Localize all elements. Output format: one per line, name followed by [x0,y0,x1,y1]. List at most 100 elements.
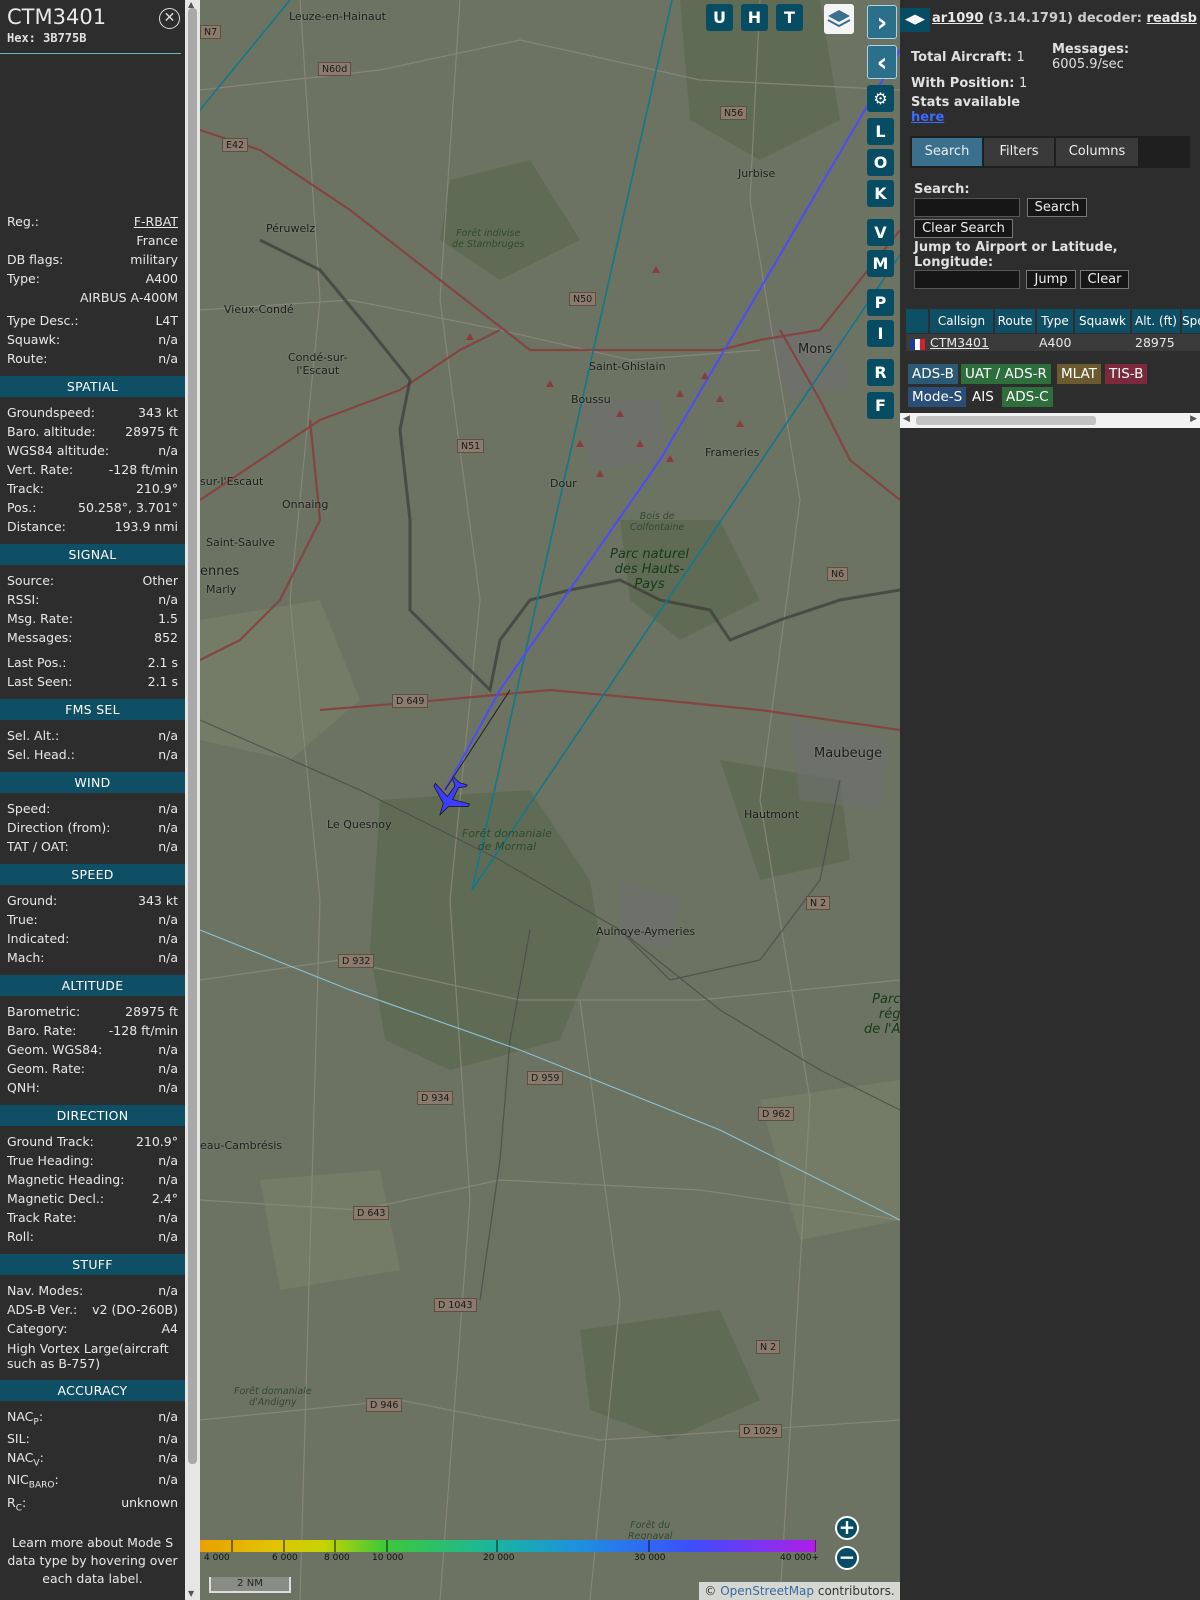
toggle-button-u[interactable]: U [706,4,733,31]
stuff-value: A4 [161,1321,178,1336]
speed-label: Ground: [7,893,58,908]
forest-label: Forêt du Regnaval [628,1520,673,1542]
altitude-label: QNH: [7,1080,40,1095]
attribution-link[interactable]: OpenStreetMap [720,1584,814,1598]
search-button[interactable]: Search [1027,198,1087,217]
jump-label: Jump to Airport or Latitude, Longitude: [914,240,1118,270]
callsign-link[interactable]: CTM3401 [930,334,989,351]
badge-uat-adsr[interactable]: UAT / ADS-R [961,364,1051,384]
jump-input[interactable] [914,270,1020,289]
column-route[interactable]: Route [995,309,1035,333]
road-shield: N 2 [806,896,831,910]
badge-mode-s[interactable]: Mode-S [908,387,967,407]
direction-row: Magnetic Decl.: 2.4° [7,1190,178,1208]
scrollbar-thumb[interactable] [188,8,197,1464]
info-row-typedesc: Type Desc.: L4T [7,312,178,330]
stuff-row: ADS-B Ver.: v2 (DO-260B) [7,1301,178,1319]
decoder-link[interactable]: readsb [1147,11,1197,26]
signal-label: Source: [7,573,55,588]
messages-rate: 6005.9/sec [1052,57,1124,72]
scroll-left-arrow-icon[interactable]: ◀ [903,414,910,424]
signal-value: n/a [158,592,178,607]
column-altitude[interactable]: Alt. (ft) [1132,309,1180,333]
stats-link[interactable]: here [911,110,944,125]
wind-row: Direction (from): n/a [7,819,178,837]
zoom-out-button[interactable]: − [835,1546,859,1570]
tab-columns[interactable]: Columns [1056,138,1138,166]
fms-value: n/a [158,747,178,762]
collapse-panel-icon[interactable]: ◀▶ [900,8,930,32]
app-name-link[interactable]: ar1090 [932,11,983,26]
info-value: L4T [155,313,178,328]
badge-tisb[interactable]: TIS-B [1105,364,1148,384]
toggle-button-i[interactable]: I [867,320,894,347]
sidebar-scrollbar[interactable]: ▲ ▼ [185,0,200,1600]
gear-icon[interactable]: ⚙ [867,85,894,112]
speed-row: Indicated: n/a [7,930,178,948]
clear-button[interactable]: Clear [1080,270,1129,289]
spatial-label: Baro. altitude: [7,424,96,439]
toggle-button-v[interactable]: V [867,219,894,246]
town-label: Péruwelz [266,222,316,235]
table-horizontal-scrollbar[interactable]: ◀ ▶ [900,413,1200,428]
info-value: military [130,252,178,267]
town-label: Leuze-en-Hainaut [289,10,386,23]
scroll-right-arrow-icon[interactable]: ▶ [1190,414,1197,424]
road-shield: N56 [720,106,748,120]
section-altitude: ALTITUDE [0,975,185,996]
registration-link[interactable]: F-RBAT [134,213,178,231]
toggle-button-p[interactable]: P [867,289,894,316]
accuracy-row: NICBARO: n/a [7,1471,178,1491]
badge-mlat[interactable]: MLAT [1057,364,1101,384]
badge-ais[interactable]: AIS [968,387,998,407]
toggle-button-o[interactable]: O [867,149,894,176]
info-row-typename: AIRBUS A-400M [7,289,178,307]
accuracy-value: unknown [121,1495,178,1510]
scroll-down-arrow-icon[interactable]: ▼ [188,1589,194,1598]
column-callsign[interactable]: Callsign [930,309,993,333]
expand-right-icon[interactable]: › [867,5,897,39]
fms-row: Sel. Alt.: n/a [7,727,178,745]
speed-label: Indicated: [7,931,70,946]
toggle-button-f[interactable]: F [867,392,894,419]
tab-filters[interactable]: Filters [984,138,1054,166]
toggle-button-m[interactable]: M [867,250,894,277]
table-row[interactable]: CTM3401 A400 28975 [906,334,1200,351]
tab-search[interactable]: Search [912,138,982,166]
accuracy-label: SIL: [7,1431,30,1446]
close-icon[interactable]: ✕ [159,8,180,29]
toggle-button-t[interactable]: T [776,4,803,31]
aircraft-icon[interactable] [428,776,472,820]
layers-icon[interactable] [824,4,854,34]
column-speed[interactable]: Spe [1182,309,1200,333]
search-input[interactable] [914,198,1020,217]
scrollbar-thumb[interactable] [916,416,1096,425]
aircraft-callsign: CTM3401 [7,5,107,29]
info-value: n/a [158,332,178,347]
zoom-in-button[interactable]: + [835,1516,859,1540]
speed-label: Mach: [7,950,45,965]
collapse-left-icon[interactable]: ‹ [867,45,897,79]
column-squawk[interactable]: Squawk [1075,309,1130,333]
forest-label: Bois de Colfontaine [630,511,685,533]
road-shield: N60d [318,62,352,76]
flag-column-header[interactable] [906,309,928,333]
badge-adsc[interactable]: ADS-C [1002,387,1053,407]
clear-search-button[interactable]: Clear Search [914,219,1013,238]
badge-adsb[interactable]: ADS-B [908,364,958,384]
map-canvas[interactable]: Leuze-en-Hainaut Jurbise Péruwelz Vieux-… [200,0,900,1600]
column-type[interactable]: Type [1037,309,1073,333]
town-label: Maubeuge [814,746,883,761]
signal-value: Other [142,573,179,588]
wind-value: n/a [158,801,178,816]
toggle-button-k[interactable]: K [867,180,894,207]
jump-button[interactable]: Jump [1026,270,1076,289]
toggle-button-l[interactable]: L [867,118,894,145]
signal-value: 852 [154,630,178,645]
toggle-button-h[interactable]: H [741,4,768,31]
road-shield: E42 [222,138,249,152]
accuracy-row: NACV: n/a [7,1449,178,1469]
toggle-button-r[interactable]: R [867,359,894,386]
accuracy-label: NACV: [7,1450,44,1469]
altitude-label: Geom. Rate: [7,1061,86,1076]
